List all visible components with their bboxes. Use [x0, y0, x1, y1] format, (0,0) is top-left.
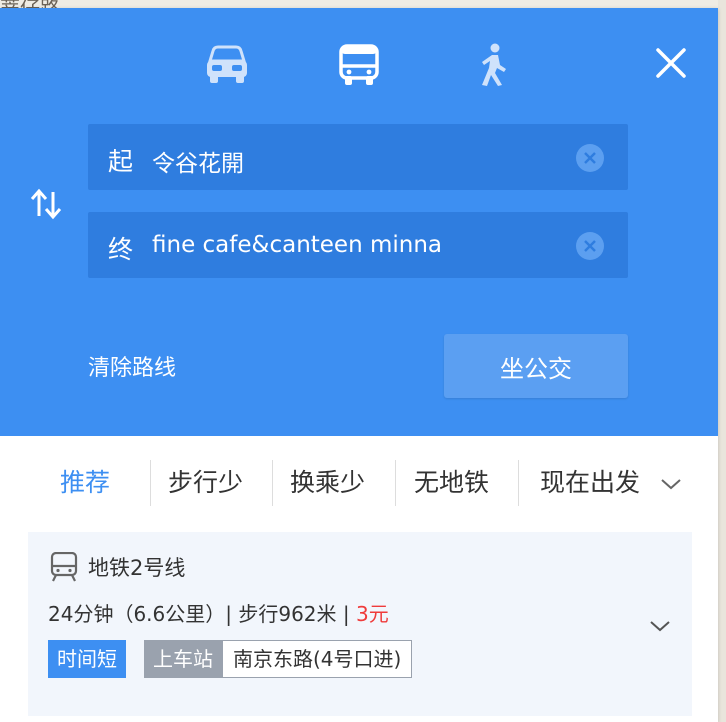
drive-mode-button[interactable]	[204, 42, 250, 88]
route-header: 起 令谷花開 终 fine cafe&canteen minna 清除路线 坐公…	[0, 8, 718, 436]
clear-start-button[interactable]	[576, 144, 604, 172]
tab-fewer-transfers[interactable]: 换乘少	[290, 458, 365, 508]
route-planner-panel: 起 令谷花開 终 fine cafe&canteen minna 清除路线 坐公…	[0, 8, 718, 722]
walk-mode-button[interactable]	[470, 42, 516, 88]
close-icon[interactable]	[654, 46, 688, 80]
end-location-field[interactable]: 终 fine cafe&canteen minna	[88, 212, 628, 278]
chevron-down-icon[interactable]	[648, 618, 672, 634]
tab-recommended[interactable]: 推荐	[60, 458, 110, 508]
metro-line-name: 地铁2号线	[88, 556, 186, 580]
route-summary: 24分钟（6.6公里）| 步行962米 | 3元	[48, 598, 389, 627]
boarding-station: 上车站 南京东路(4号口进)	[144, 640, 413, 678]
start-tag: 起	[108, 147, 134, 176]
route-result-card[interactable]: 地铁2号线 24分钟（6.6公里）| 步行962米 | 3元 时间短 上车站 南…	[28, 532, 692, 716]
boarding-station-name: 南京东路(4号口进)	[222, 640, 413, 678]
tab-divider	[272, 460, 273, 506]
clear-end-button[interactable]	[576, 232, 604, 260]
fastest-badge: 时间短	[48, 640, 126, 678]
tab-divider	[518, 460, 519, 506]
route-summary-text: 24分钟（6.6公里）| 步行962米 |	[48, 602, 356, 626]
metro-icon	[50, 552, 78, 582]
end-tag: 终	[108, 235, 134, 264]
clear-icon	[584, 152, 596, 164]
walk-icon	[482, 43, 506, 86]
car-icon	[207, 45, 247, 83]
swap-icon[interactable]	[28, 186, 64, 222]
route-filter-tabs: 推荐 步行少 换乘少 无地铁 现在出发	[0, 436, 718, 532]
depart-time-select[interactable]: 现在出发	[540, 458, 682, 508]
tab-divider	[395, 460, 396, 506]
take-bus-button[interactable]: 坐公交	[444, 334, 628, 398]
tab-divider	[150, 460, 151, 506]
depart-time-label: 现在出发	[540, 468, 641, 497]
end-location-input[interactable]: fine cafe&canteen minna	[152, 232, 442, 258]
bus-icon	[339, 44, 379, 85]
clear-route-link[interactable]: 清除路线	[88, 350, 176, 382]
tab-less-walking[interactable]: 步行少	[168, 458, 243, 508]
route-price: 3元	[355, 602, 389, 626]
clear-icon	[584, 240, 596, 252]
bus-mode-button[interactable]	[336, 42, 382, 88]
boarding-label: 上车站	[144, 640, 222, 678]
start-location-input[interactable]: 令谷花開	[152, 144, 244, 178]
start-location-field[interactable]: 起 令谷花開	[88, 124, 628, 190]
chevron-down-icon	[661, 479, 681, 490]
tab-no-subway[interactable]: 无地铁	[414, 458, 489, 508]
map-background	[718, 0, 726, 722]
